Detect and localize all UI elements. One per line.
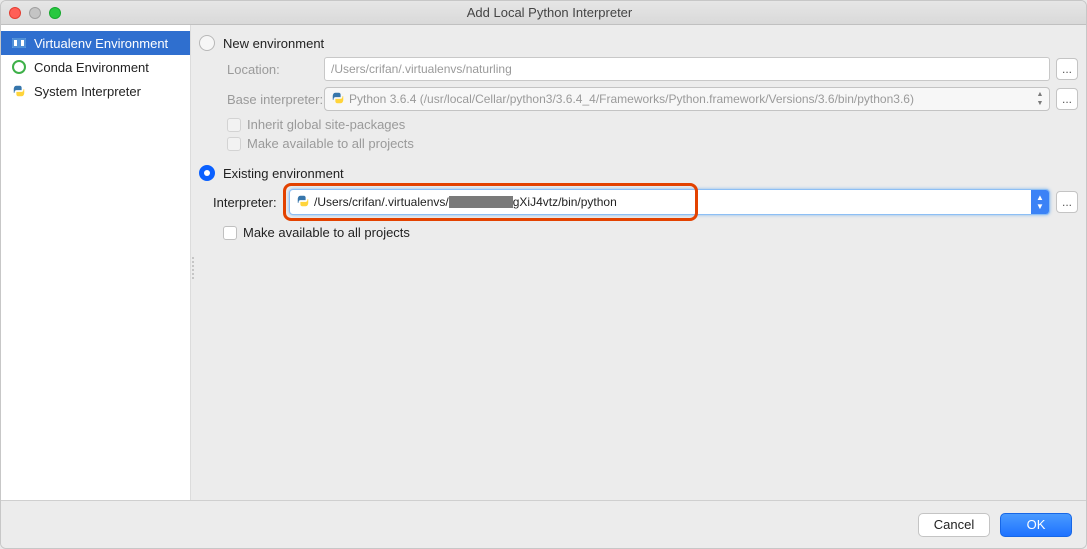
sidebar-item-label: Conda Environment [34, 60, 149, 75]
settings-panel: New environment Location: /Users/crifan/… [191, 25, 1086, 500]
interpreter-label: Interpreter: [199, 195, 289, 210]
dialog-body: Virtualenv Environment Conda Environment… [1, 25, 1086, 500]
redacted-segment [449, 196, 513, 208]
existing-env-make-available-row: Make available to all projects [199, 225, 1078, 240]
sidebar-item-virtualenv[interactable]: Virtualenv Environment [1, 31, 190, 55]
existing-env-make-available-checkbox[interactable] [223, 226, 237, 240]
interpreter-browse-button[interactable]: ... [1056, 191, 1078, 213]
cancel-button[interactable]: Cancel [918, 513, 990, 537]
base-interpreter-row: Base interpreter: Python 3.6.4 (/usr/loc… [199, 87, 1078, 111]
new-environment-radio[interactable] [199, 35, 215, 51]
conda-icon [11, 59, 27, 75]
location-row: Location: /Users/crifan/.virtualenvs/nat… [199, 57, 1078, 81]
base-interpreter-browse-button[interactable]: ... [1056, 88, 1078, 110]
new-environment-label: New environment [223, 36, 324, 51]
existing-environment-label: Existing environment [223, 166, 344, 181]
virtualenv-icon [11, 35, 27, 51]
chevron-down-icon: ▼ [1036, 202, 1044, 211]
interpreter-path-prefix: /Users/crifan/.virtualenvs/ [314, 195, 449, 209]
interpreter-type-sidebar: Virtualenv Environment Conda Environment… [1, 25, 191, 500]
sidebar-item-label: Virtualenv Environment [34, 36, 168, 51]
ok-button[interactable]: OK [1000, 513, 1072, 537]
base-interpreter-dropdown[interactable]: Python 3.6.4 (/usr/local/Cellar/python3/… [324, 87, 1050, 111]
titlebar: Add Local Python Interpreter [1, 1, 1086, 25]
window-title: Add Local Python Interpreter [21, 5, 1078, 20]
existing-environment-radio[interactable] [199, 165, 215, 181]
base-interpreter-value: Python 3.6.4 (/usr/local/Cellar/python3/… [349, 92, 914, 106]
python-icon [11, 83, 27, 99]
inherit-packages-checkbox[interactable] [227, 118, 241, 132]
new-env-make-available-row: Make available to all projects [199, 136, 1078, 151]
inherit-packages-row: Inherit global site-packages [199, 117, 1078, 132]
new-env-make-available-checkbox[interactable] [227, 137, 241, 151]
existing-env-make-available-label: Make available to all projects [243, 225, 410, 240]
python-icon [296, 194, 310, 211]
location-input[interactable]: /Users/crifan/.virtualenvs/naturling [324, 57, 1050, 81]
inherit-packages-label: Inherit global site-packages [247, 117, 405, 132]
dropdown-stepper[interactable]: ▲ ▼ [1033, 90, 1047, 108]
interpreter-combo[interactable]: /Users/crifan/.virtualenvs/gXiJ4vtz/bin/… [289, 189, 1050, 215]
base-interpreter-label: Base interpreter: [199, 92, 324, 107]
dialog-footer: Cancel OK [1, 500, 1086, 548]
pane-drag-handle[interactable] [190, 248, 196, 288]
close-window-button[interactable] [9, 7, 21, 19]
sidebar-item-system[interactable]: System Interpreter [1, 79, 190, 103]
python-icon [331, 91, 345, 108]
dialog-window: Add Local Python Interpreter Virtualenv … [0, 0, 1087, 549]
sidebar-item-label: System Interpreter [34, 84, 141, 99]
interpreter-row: Interpreter: /Users/crifan/.virtualenvs/… [199, 189, 1078, 215]
chevron-down-icon: ▼ [1033, 99, 1047, 108]
chevron-up-icon: ▲ [1036, 193, 1044, 202]
interpreter-path-suffix: gXiJ4vtz/bin/python [513, 195, 617, 209]
new-env-radio-row: New environment [199, 35, 1078, 51]
chevron-up-icon: ▲ [1033, 90, 1047, 99]
sidebar-item-conda[interactable]: Conda Environment [1, 55, 190, 79]
location-label: Location: [199, 62, 324, 77]
existing-env-radio-row: Existing environment [199, 165, 1078, 181]
combo-stepper[interactable]: ▲ ▼ [1031, 190, 1049, 214]
location-browse-button[interactable]: ... [1056, 58, 1078, 80]
new-env-make-available-label: Make available to all projects [247, 136, 414, 151]
